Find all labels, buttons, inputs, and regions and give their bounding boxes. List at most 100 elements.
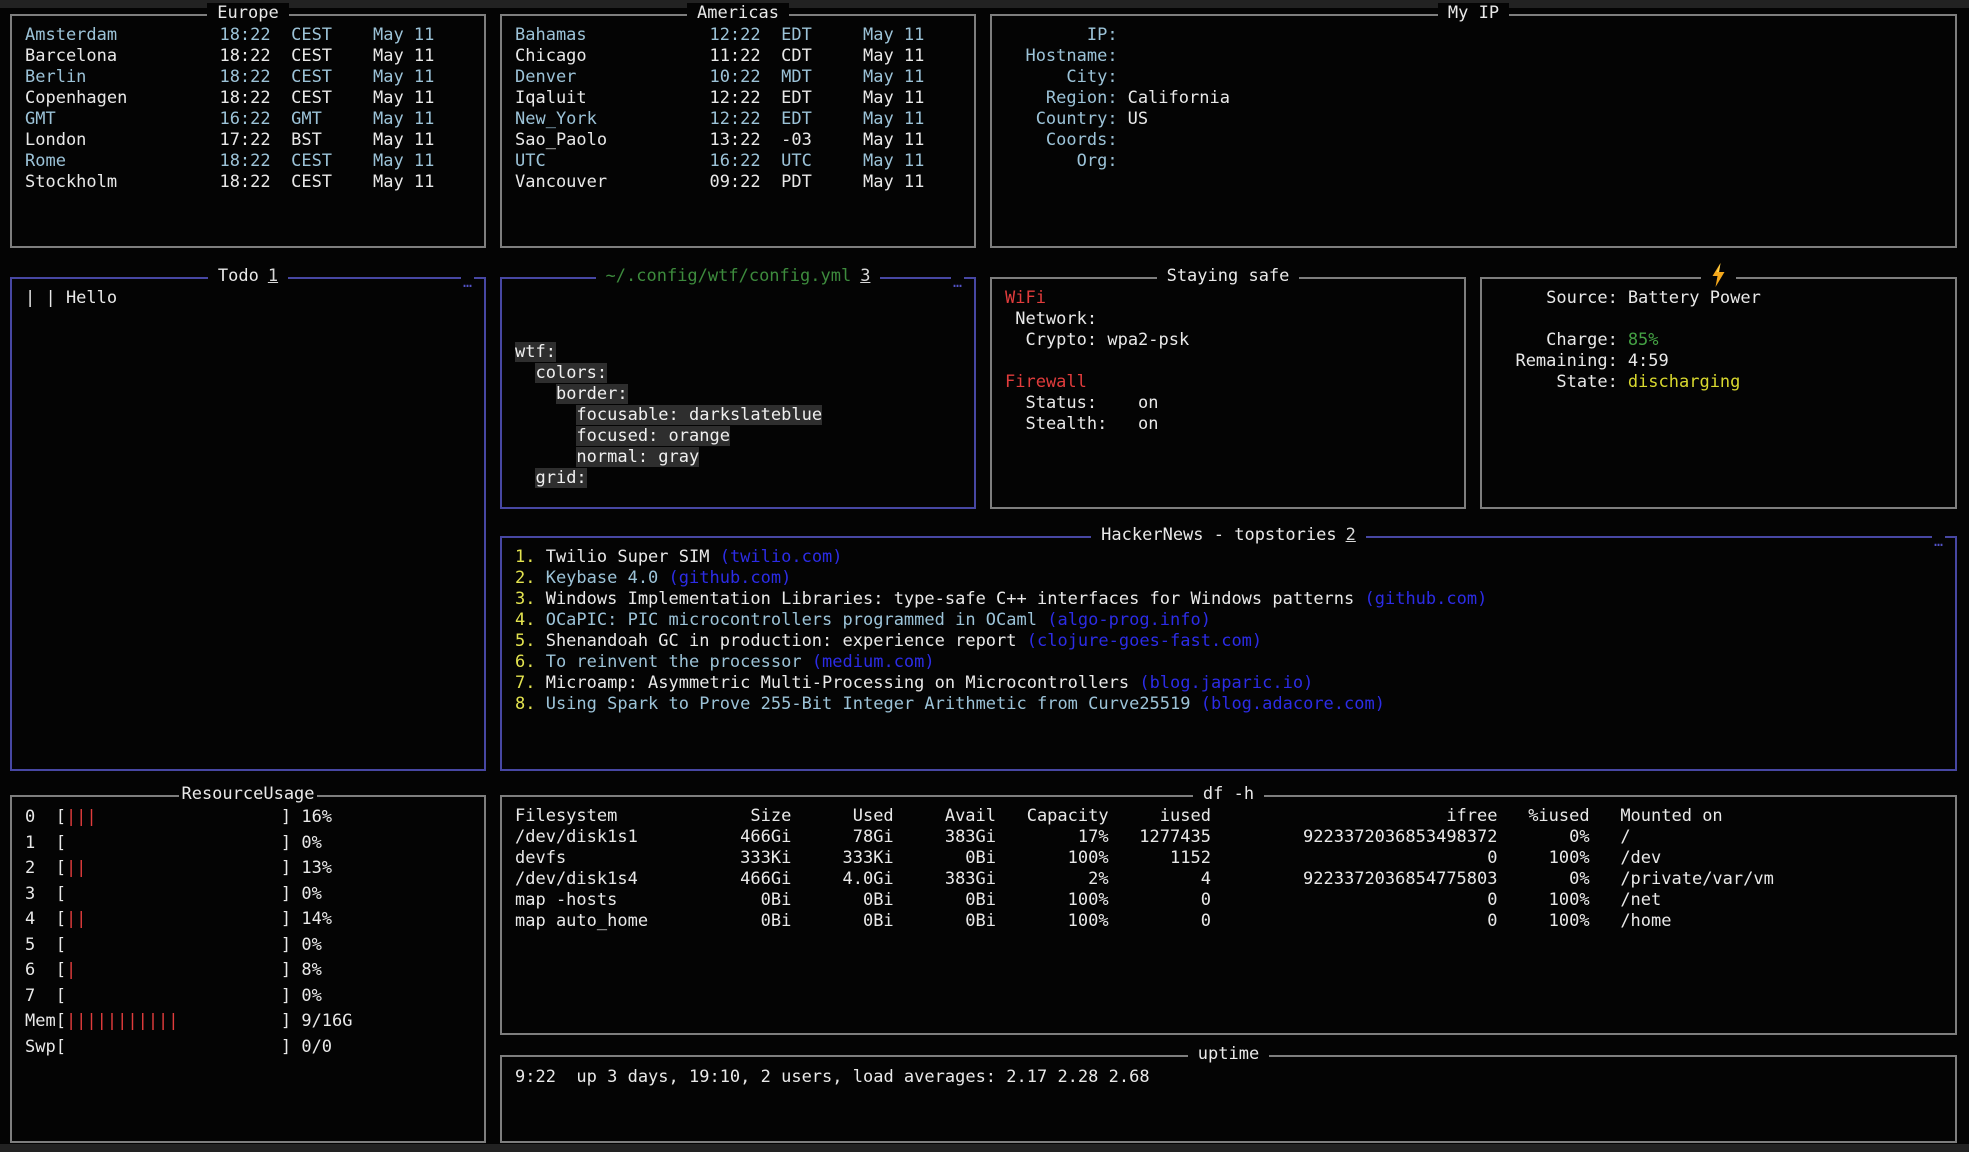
- city-date: May 11: [373, 151, 471, 172]
- city-date: May 11: [373, 130, 471, 151]
- df-cell-capacity: 100%: [996, 848, 1109, 869]
- story-source-link[interactable]: (blog.japaric.io): [1139, 673, 1313, 693]
- story-source-link[interactable]: (github.com): [669, 568, 792, 588]
- df-header-cell: iused: [1109, 806, 1211, 827]
- meter-bar: |||||||||||: [66, 1009, 281, 1035]
- meter-value: 8%: [291, 958, 471, 984]
- meter-bracket-close: ]: [281, 1009, 291, 1035]
- battery-field-row: [1482, 309, 1955, 330]
- story-title: OCaPIC: PIC microcontrollers programmed …: [546, 610, 1048, 630]
- df-cell-avail: 383Gi: [894, 827, 996, 848]
- meter-bracket-close: ]: [281, 1035, 291, 1061]
- clock-row: Amsterdam 18:22 CEST May 11: [12, 25, 484, 46]
- panel-title-text: df -h: [1203, 784, 1254, 804]
- wtf-terminal-dashboard: Europe Amsterdam 18:22 CEST May 11 Barce…: [0, 0, 1969, 1152]
- code-indent: [515, 384, 556, 404]
- section-line: Network:: [1005, 309, 1451, 330]
- ip-field-label: Country:: [1005, 109, 1118, 130]
- panel-hackernews[interactable]: HackerNews - topstories2 … 1. Twilio Sup…: [500, 536, 1957, 771]
- story-rank: 5.: [515, 631, 546, 652]
- hackernews-story[interactable]: 3. Windows Implementation Libraries: typ…: [502, 589, 1955, 610]
- city-name: Amsterdam: [25, 25, 219, 46]
- hackernews-story[interactable]: 5. Shenandoah GC in production: experien…: [502, 631, 1955, 652]
- usage-meter-row: 4 [ || ] 14%: [12, 907, 484, 933]
- df-cell-mounted-on: /home: [1590, 911, 1942, 932]
- story-source-link[interactable]: (github.com): [1365, 589, 1488, 609]
- battery-field-row: Charge: 85%: [1482, 330, 1955, 351]
- usage-meter-row: 7 [ ] 0%: [12, 984, 484, 1010]
- todo-item[interactable]: | | Hello: [12, 288, 484, 309]
- city-date: May 11: [863, 109, 961, 130]
- story-source-link[interactable]: (algo-prog.info): [1047, 610, 1211, 630]
- clock-row: Berlin 18:22 CEST May 11: [12, 67, 484, 88]
- city-timezone: PDT: [781, 172, 863, 193]
- ip-field-row: Coords:: [992, 130, 1955, 151]
- hackernews-story[interactable]: 4. OCaPIC: PIC microcontrollers programm…: [502, 610, 1955, 631]
- story-source-link[interactable]: (blog.adacore.com): [1201, 694, 1385, 714]
- ip-field-row: Hostname:: [992, 46, 1955, 67]
- df-data-row: /dev/disk1s1 466Gi 78Gi 383Gi 17% 127743…: [502, 827, 1955, 848]
- panel-config-file[interactable]: ~/.config/wtf/config.yml3 … wtf: colors:…: [500, 277, 976, 509]
- city-timezone: EDT: [781, 109, 863, 130]
- meter-bar: [66, 1035, 281, 1061]
- city-time: 17:22: [219, 130, 291, 151]
- city-timezone: CEST: [291, 151, 373, 172]
- df-header-row: Filesystem Size Used Avail Capacity iuse…: [502, 806, 1955, 827]
- story-title: Shenandoah GC in production: experience …: [546, 631, 1027, 651]
- panel-resource-usage: ResourceUsage 0 [ ||| ] 16% 1 [ ] 0% 2 […: [10, 795, 486, 1143]
- story-rank: 3.: [515, 589, 546, 610]
- meter-label: 7: [25, 984, 56, 1010]
- meter-value: 16%: [291, 805, 471, 831]
- code-text: colors:: [535, 363, 607, 383]
- df-cell-used: 333Ki: [791, 848, 893, 869]
- hackernews-story[interactable]: 6. To reinvent the processor (medium.com…: [502, 652, 1955, 673]
- section-line: Status: on: [1005, 393, 1451, 414]
- hackernews-story[interactable]: 8. Using Spark to Prove 255-Bit Integer …: [502, 694, 1955, 715]
- city-timezone: CEST: [291, 172, 373, 193]
- story-text: Twilio Super SIM (twilio.com): [546, 547, 1942, 568]
- df-data-row: /dev/disk1s4 466Gi 4.0Gi 383Gi 2% 4 9223…: [502, 869, 1955, 890]
- panel-todo[interactable]: Todo1 … | | Hello: [10, 277, 486, 771]
- story-source-link[interactable]: (twilio.com): [720, 547, 843, 567]
- city-time: 11:22: [709, 46, 781, 67]
- battery-field-label: [1495, 309, 1618, 330]
- story-source-link[interactable]: (clojure-goes-fast.com): [1027, 631, 1262, 651]
- df-cell-used: 4.0Gi: [791, 869, 893, 890]
- usage-meter-row: 5 [ ] 0%: [12, 933, 484, 959]
- meter-bar: ||: [66, 856, 281, 882]
- meter-bracket-close: ]: [281, 958, 291, 984]
- story-text: Keybase 4.0 (github.com): [546, 568, 1942, 589]
- panel-title-battery: [1482, 266, 1955, 290]
- hackernews-story[interactable]: 7. Microamp: Asymmetric Multi-Processing…: [502, 673, 1955, 694]
- story-rank: 1.: [515, 547, 546, 568]
- city-timezone: CEST: [291, 46, 373, 67]
- ip-field-row: Country: US: [992, 109, 1955, 130]
- battery-field-value: 85%: [1628, 330, 1942, 351]
- meter-bracket-open: [: [56, 933, 66, 959]
- config-code-line: colors:: [502, 363, 974, 384]
- hackernews-story[interactable]: 1. Twilio Super SIM (twilio.com): [502, 547, 1955, 568]
- hackernews-story[interactable]: 2. Keybase 4.0 (github.com): [502, 568, 1955, 589]
- meter-bracket-open: [: [56, 831, 66, 857]
- meter-bracket-close: ]: [281, 882, 291, 908]
- more-indicator-icon: …: [1932, 531, 1945, 552]
- story-rank: 7.: [515, 673, 546, 694]
- usage-meter-row: Swp [ ] 0/0: [12, 1035, 484, 1061]
- code-text: normal: gray: [576, 447, 699, 467]
- more-indicator-icon: …: [461, 272, 474, 293]
- clock-row: GMT 16:22 GMT May 11: [12, 109, 484, 130]
- story-source-link[interactable]: (medium.com): [812, 652, 935, 672]
- clock-row: Denver 10:22 MDT May 11: [502, 67, 974, 88]
- panel-title-text: HackerNews - topstories: [1101, 525, 1336, 545]
- ip-field-row: Org:: [992, 151, 1955, 172]
- story-title: Twilio Super SIM: [546, 547, 720, 567]
- code-text: focused: orange: [576, 426, 730, 446]
- meter-bar: |: [66, 958, 281, 984]
- clock-row: Copenhagen 18:22 CEST May 11: [12, 88, 484, 109]
- df-cell-percent-iused: 0%: [1498, 869, 1590, 890]
- city-time: 16:22: [709, 151, 781, 172]
- ip-field-value: [1128, 151, 1942, 172]
- code-indent: [515, 363, 535, 383]
- meter-value: 0%: [291, 984, 471, 1010]
- df-cell-ifree: 9223372036854775803: [1211, 869, 1498, 890]
